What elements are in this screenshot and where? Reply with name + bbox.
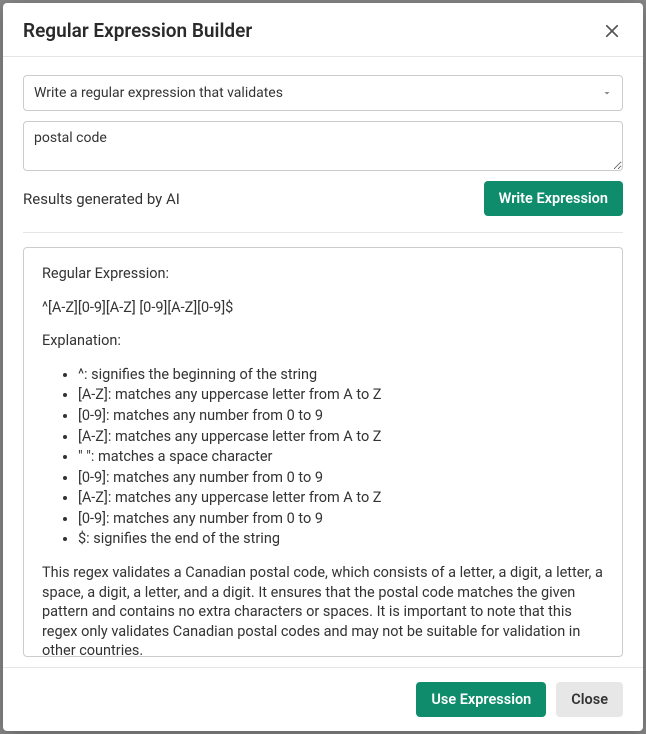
list-item: [A-Z]: matches any uppercase letter from… — [78, 385, 604, 405]
explanation-heading: Explanation: — [42, 331, 604, 351]
list-item: [0-9]: matches any number from 0 to 9 — [78, 509, 604, 529]
divider — [23, 232, 623, 233]
status-row: Results generated by AI Write Expression — [23, 181, 623, 216]
prompt-type-select[interactable]: Write a regular expression that validate… — [23, 75, 623, 111]
list-item: $: signifies the end of the string — [78, 529, 604, 549]
write-expression-button[interactable]: Write Expression — [484, 181, 623, 216]
use-expression-button[interactable]: Use Expression — [416, 682, 546, 717]
close-button[interactable]: Close — [556, 682, 623, 717]
regex-heading: Regular Expression: — [42, 264, 604, 284]
results-panel[interactable]: Regular Expression: ^[A-Z][0-9][A-Z] [0-… — [23, 247, 623, 657]
list-item: [A-Z]: matches any uppercase letter from… — [78, 488, 604, 508]
explanation-summary: This regex validates a Canadian postal c… — [42, 563, 604, 657]
list-item: [A-Z]: matches any uppercase letter from… — [78, 427, 604, 447]
close-icon[interactable] — [601, 20, 623, 42]
prompt-textarea[interactable]: postal code — [23, 121, 623, 171]
select-value: Write a regular expression that validate… — [34, 84, 283, 102]
status-text: Results generated by AI — [23, 190, 180, 208]
explanation-list: ^: signifies the beginning of the string… — [42, 365, 604, 549]
modal-body: Write a regular expression that validate… — [3, 57, 643, 667]
regex-value: ^[A-Z][0-9][A-Z] [0-9][A-Z][0-9]$ — [42, 298, 604, 318]
modal-header: Regular Expression Builder — [3, 3, 643, 57]
modal-title: Regular Expression Builder — [23, 19, 252, 42]
list-item: " ": matches a space character — [78, 447, 604, 467]
list-item: ^: signifies the beginning of the string — [78, 365, 604, 385]
modal-footer: Use Expression Close — [3, 667, 643, 731]
list-item: [0-9]: matches any number from 0 to 9 — [78, 468, 604, 488]
list-item: [0-9]: matches any number from 0 to 9 — [78, 406, 604, 426]
regex-builder-modal: Regular Expression Builder Write a regul… — [3, 3, 643, 731]
